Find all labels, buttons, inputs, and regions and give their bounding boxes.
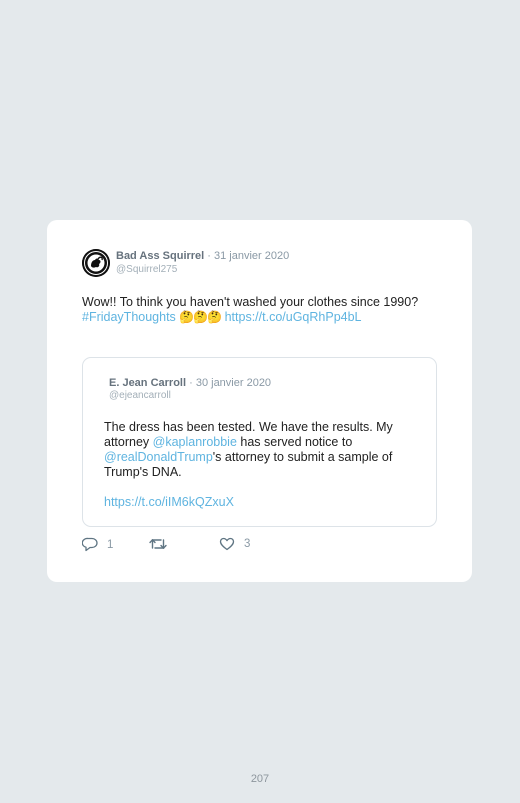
quoted-url-link[interactable]: https://t.co/iIM6kQZxuX	[104, 495, 234, 509]
tweet-date[interactable]: · 31 janvier 2020	[207, 250, 289, 262]
quoted-author-name[interactable]: E. Jean Carroll	[109, 377, 186, 389]
tweet-text: Wow!! To think you haven't washed your c…	[82, 295, 422, 325]
quoted-tweet[interactable]: E. Jean Carroll · 30 janvier 2020 @ejean…	[82, 357, 437, 527]
reply-count: 1	[107, 538, 114, 551]
quoted-text-part2: has served notice to	[236, 435, 353, 449]
retweet-icon	[149, 539, 167, 549]
quoted-author-handle[interactable]: @ejeancarroll	[109, 390, 171, 401]
tweet-actions: 1 3	[82, 537, 282, 553]
mention-realdonaldtrump-link[interactable]: @realDonaldTrump	[104, 450, 213, 464]
reply-button[interactable]: 1	[82, 537, 113, 552]
avatar[interactable]	[82, 249, 110, 277]
like-button[interactable]: 3	[219, 537, 250, 551]
hashtag-link[interactable]: #FridayThoughts	[82, 310, 176, 324]
page: Bad Ass Squirrel · 31 janvier 2020 @Squi…	[0, 0, 520, 803]
quoted-tweet-date[interactable]: · 30 janvier 2020	[189, 377, 271, 389]
reply-icon	[82, 537, 98, 552]
author-name[interactable]: Bad Ass Squirrel	[116, 250, 204, 262]
squirrel-logo-icon	[82, 249, 110, 277]
retweet-button[interactable]	[149, 537, 176, 551]
tweet-card: Bad Ass Squirrel · 31 janvier 2020 @Squi…	[47, 220, 472, 582]
quoted-author-line: E. Jean Carroll · 30 janvier 2020	[109, 377, 271, 389]
tweet-author-line: Bad Ass Squirrel · 31 janvier 2020	[116, 250, 289, 262]
mention-kaplanrobbie-link[interactable]: @kaplanrobbie	[153, 435, 237, 449]
quoted-tweet-text: The dress has been tested. We have the r…	[104, 420, 422, 480]
like-count: 3	[244, 538, 251, 550]
tweet-text-body: Wow!! To think you haven't washed your c…	[82, 295, 419, 309]
page-number: 207	[250, 773, 270, 785]
thinking-emoji: 🤔🤔🤔	[179, 310, 222, 324]
author-handle[interactable]: @Squirrel275	[116, 264, 177, 275]
tweet-url-link[interactable]: https://t.co/uGqRhPp4bL	[225, 310, 362, 324]
heart-icon	[219, 537, 235, 551]
